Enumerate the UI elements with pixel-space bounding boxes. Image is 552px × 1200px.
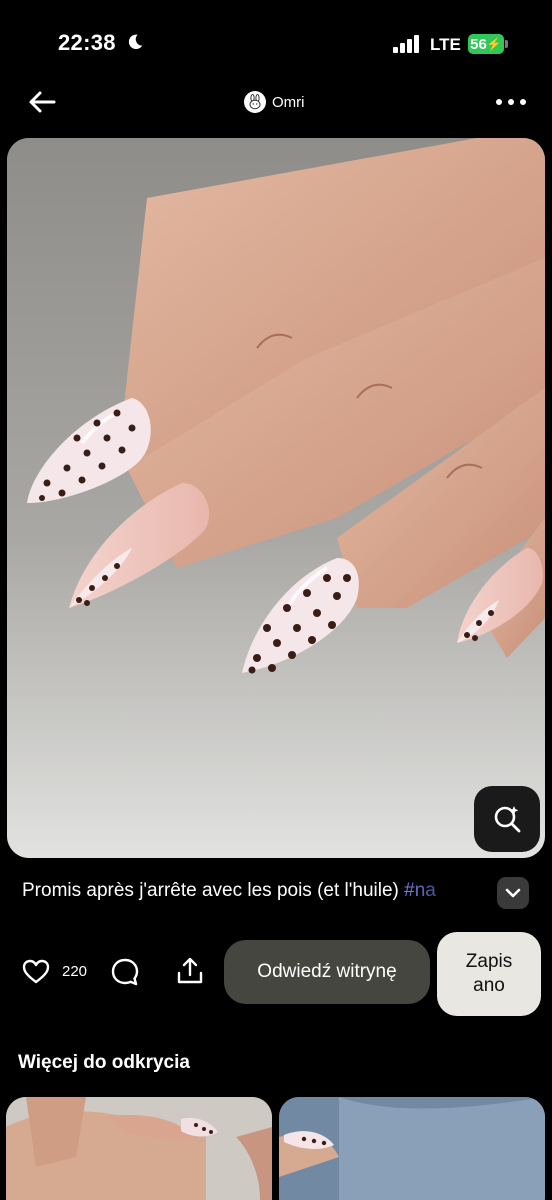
network-type: LTE [430,35,461,54]
hashtag-link[interactable]: #na [404,880,436,901]
battery-level: 56 [470,35,487,53]
related-pin-image [6,1097,272,1200]
more-to-explore-title: Więcej do odkrycia [18,1052,190,1073]
more-dots-icon [496,99,502,105]
like-count: 220 [62,963,88,980]
author-link[interactable]: Omri [244,90,305,114]
save-button[interactable]: Zapis ano [437,932,541,1016]
visual-search-button[interactable] [474,786,540,852]
visit-site-button[interactable]: Odwiedź witrynę [224,940,430,1004]
back-arrow-icon[interactable] [26,88,58,116]
signal-icon [393,35,419,53]
moon-icon [128,34,143,50]
battery-indicator: 56 ⚡ [468,34,504,54]
description-text: Promis après j'arrête avec les pois (et … [22,880,405,901]
pin-description: Promis après j'arrête avec les pois (et … [22,880,482,902]
author-avatar [244,91,266,113]
expand-description-button[interactable] [497,877,529,909]
heart-icon[interactable] [22,958,50,986]
visual-search-icon [494,806,521,833]
status-bar: 22:38 LTE 56 ⚡ [0,0,552,86]
comment-icon[interactable] [110,957,140,987]
pin-image[interactable] [7,138,545,858]
more-options-button[interactable] [496,92,526,112]
related-pin-image [279,1097,545,1200]
charging-icon: ⚡ [486,37,502,51]
battery-nub [505,40,508,48]
chevron-down-icon [505,888,521,898]
nails-photo [7,138,545,858]
more-dot [508,99,514,105]
author-name: Omri [272,93,305,111]
status-time: 22:38 [58,30,116,55]
related-pin-2[interactable] [279,1097,545,1200]
related-pin-1[interactable] [6,1097,272,1200]
bunny-avatar-icon [249,94,261,110]
more-dot [520,99,526,105]
share-icon[interactable] [175,956,205,986]
